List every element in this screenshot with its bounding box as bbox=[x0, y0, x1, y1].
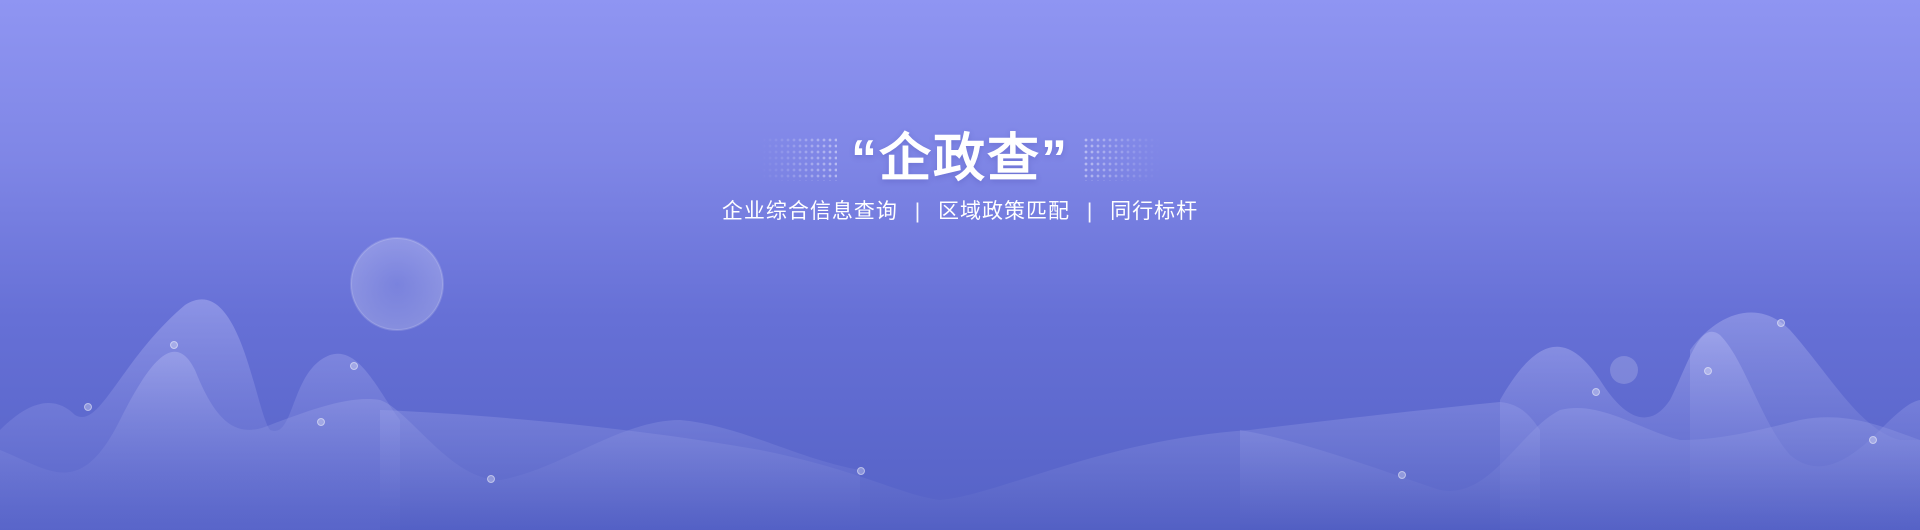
hero-banner: “企政查” 企业综合信息查询 | 区域政策匹配 | 同行标杆 bbox=[0, 0, 1920, 530]
bubble-small bbox=[1610, 356, 1638, 384]
mountain-background bbox=[0, 237, 1920, 530]
subtitle-item-policy-match: 区域政策匹配 bbox=[938, 200, 1070, 223]
bubble-large bbox=[350, 237, 444, 331]
hero-subtitle: 企业综合信息查询 | 区域政策匹配 | 同行标杆 bbox=[0, 196, 1920, 228]
hero-title-row: “企政查” bbox=[0, 122, 1920, 196]
page-title: “企政查” bbox=[850, 130, 1069, 188]
dot-pattern-left bbox=[760, 137, 837, 181]
subtitle-separator: | bbox=[1086, 200, 1094, 223]
subtitle-item-benchmark: 同行标杆 bbox=[1110, 200, 1199, 223]
subtitle-separator: | bbox=[914, 200, 922, 223]
dot-pattern-right bbox=[1083, 137, 1159, 181]
subtitle-item-company-info: 企业综合信息查询 bbox=[721, 200, 898, 223]
